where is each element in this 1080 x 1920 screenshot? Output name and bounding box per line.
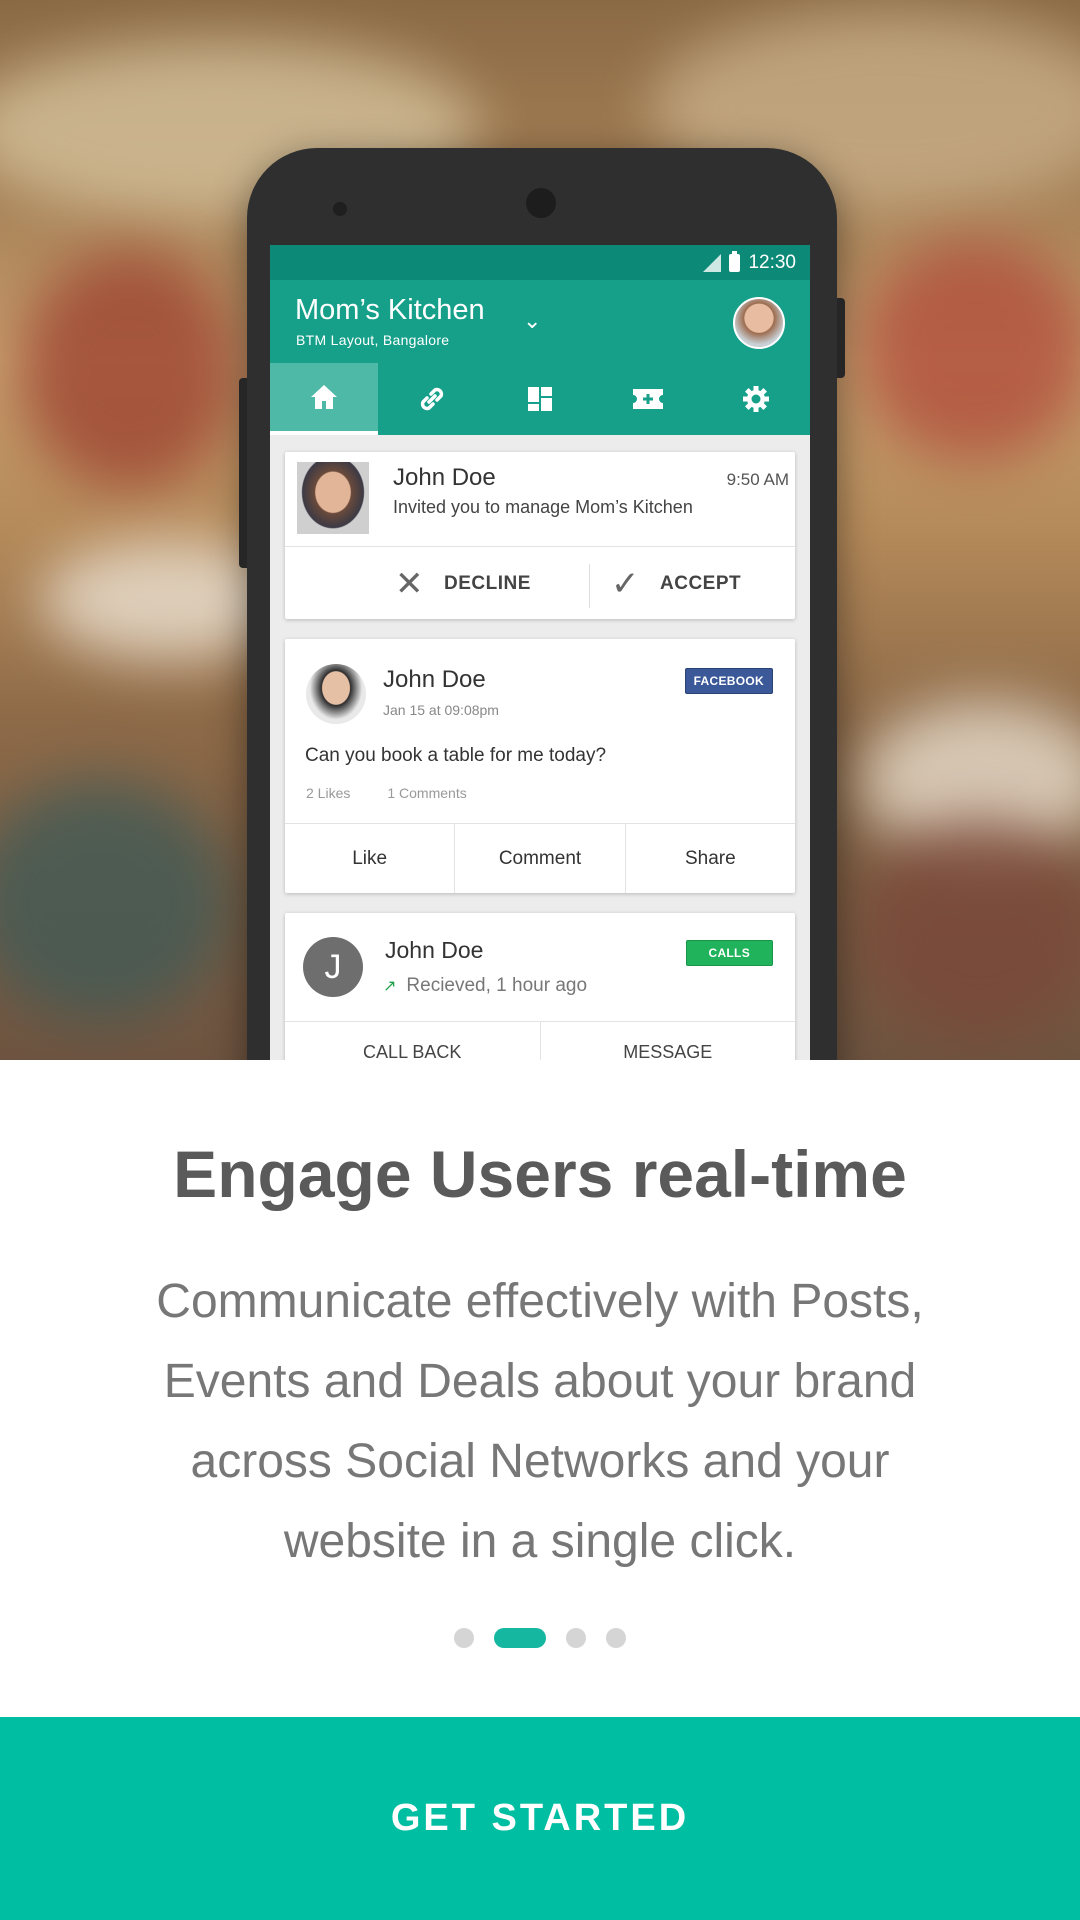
onboarding-headline: Engage Users real-time bbox=[173, 1137, 907, 1211]
like-button[interactable]: Like bbox=[285, 824, 456, 893]
calls-badge: CALLS bbox=[685, 940, 773, 966]
status-bar: 12:30 bbox=[270, 245, 810, 280]
accept-label: ACCEPT bbox=[660, 573, 742, 594]
ticket-icon bbox=[633, 389, 663, 409]
home-icon bbox=[311, 385, 337, 409]
decline-button[interactable]: ✕ DECLINE bbox=[395, 564, 531, 604]
tab-home[interactable] bbox=[270, 363, 378, 435]
phone-power-button bbox=[837, 298, 845, 378]
tab-dashboard[interactable] bbox=[486, 363, 594, 435]
decline-label: DECLINE bbox=[444, 573, 531, 594]
post-actions: Like Comment Share bbox=[285, 823, 795, 893]
call-status-text: Recieved, 1 hour ago bbox=[406, 975, 588, 996]
post-card: John Doe Jan 15 at 09:08pm FACEBOOK Can … bbox=[285, 639, 795, 893]
share-button[interactable]: Share bbox=[626, 824, 795, 893]
message-button[interactable]: MESSAGE bbox=[541, 1022, 796, 1060]
invite-time: 9:50 AM bbox=[726, 470, 789, 489]
sender-name: John Doe bbox=[393, 464, 496, 491]
post-date: Jan 15 at 09:08pm bbox=[383, 702, 499, 718]
page-dot-2[interactable] bbox=[494, 1628, 546, 1648]
accept-button[interactable]: ✓ ACCEPT bbox=[611, 564, 741, 604]
phone-volume-button bbox=[239, 378, 247, 568]
comments-count: 1 Comments bbox=[387, 785, 467, 801]
post-stats: 2 Likes 1 Comments bbox=[306, 785, 467, 801]
sender-photo bbox=[297, 462, 369, 534]
signal-icon bbox=[703, 253, 722, 272]
invite-card: John Doe 9:50 AM Invited you to manage M… bbox=[285, 452, 795, 619]
phone-screen: 12:30 Mom’s Kitchen BTM Layout, Bangalor… bbox=[270, 245, 810, 1060]
invite-message: Invited you to manage Mom’s Kitchen bbox=[393, 497, 693, 517]
page-dot-1[interactable] bbox=[454, 1628, 474, 1648]
caller-name: John Doe bbox=[385, 937, 484, 963]
call-card: J John Doe ↗ Recieved, 1 hour ago CALLS C… bbox=[285, 913, 795, 1060]
business-location: BTM Layout, Bangalore bbox=[296, 332, 450, 348]
incoming-call-icon: ↗ bbox=[383, 978, 397, 995]
dashboard-icon bbox=[528, 387, 552, 411]
page-indicator bbox=[0, 1628, 1080, 1648]
get-started-button[interactable]: GET STARTED bbox=[0, 1717, 1080, 1920]
action-separator bbox=[589, 564, 590, 608]
close-icon: ✕ bbox=[395, 565, 424, 603]
likes-count: 2 Likes bbox=[306, 785, 351, 801]
gear-icon bbox=[743, 386, 769, 412]
tab-links[interactable] bbox=[378, 363, 486, 435]
avatar bbox=[306, 664, 366, 724]
phone-speaker bbox=[526, 188, 556, 218]
page-dot-4[interactable] bbox=[606, 1628, 626, 1648]
phone-sensor bbox=[333, 202, 347, 216]
business-title[interactable]: Mom’s Kitchen bbox=[295, 294, 485, 327]
facebook-badge: FACEBOOK bbox=[684, 668, 773, 694]
profile-avatar[interactable] bbox=[733, 297, 785, 349]
post-text: Can you book a table for me today? bbox=[305, 745, 607, 766]
app-bar: Mom’s Kitchen BTM Layout, Bangalore ⌄ bbox=[270, 280, 810, 363]
call-actions: CALL BACK MESSAGE bbox=[285, 1021, 795, 1060]
link-icon bbox=[420, 387, 444, 411]
onboarding-description: Communicate effectively with Posts, Even… bbox=[156, 1275, 924, 1568]
card-divider bbox=[285, 546, 795, 547]
post-author: John Doe bbox=[383, 666, 486, 693]
battery-icon bbox=[729, 250, 741, 272]
call-status: ↗ Recieved, 1 hour ago bbox=[383, 975, 587, 997]
status-time: 12:30 bbox=[748, 251, 796, 273]
hero-background: 12:30 Mom’s Kitchen BTM Layout, Bangalor… bbox=[0, 0, 1080, 1060]
tab-deals[interactable] bbox=[594, 363, 702, 435]
tab-settings[interactable] bbox=[702, 363, 810, 435]
call-back-button[interactable]: CALL BACK bbox=[285, 1022, 541, 1060]
avatar: J bbox=[303, 937, 363, 997]
check-icon: ✓ bbox=[611, 565, 640, 603]
chevron-down-icon[interactable]: ⌄ bbox=[523, 308, 541, 334]
comment-button[interactable]: Comment bbox=[455, 824, 626, 893]
tab-bar bbox=[270, 363, 810, 435]
page-dot-3[interactable] bbox=[566, 1628, 586, 1648]
